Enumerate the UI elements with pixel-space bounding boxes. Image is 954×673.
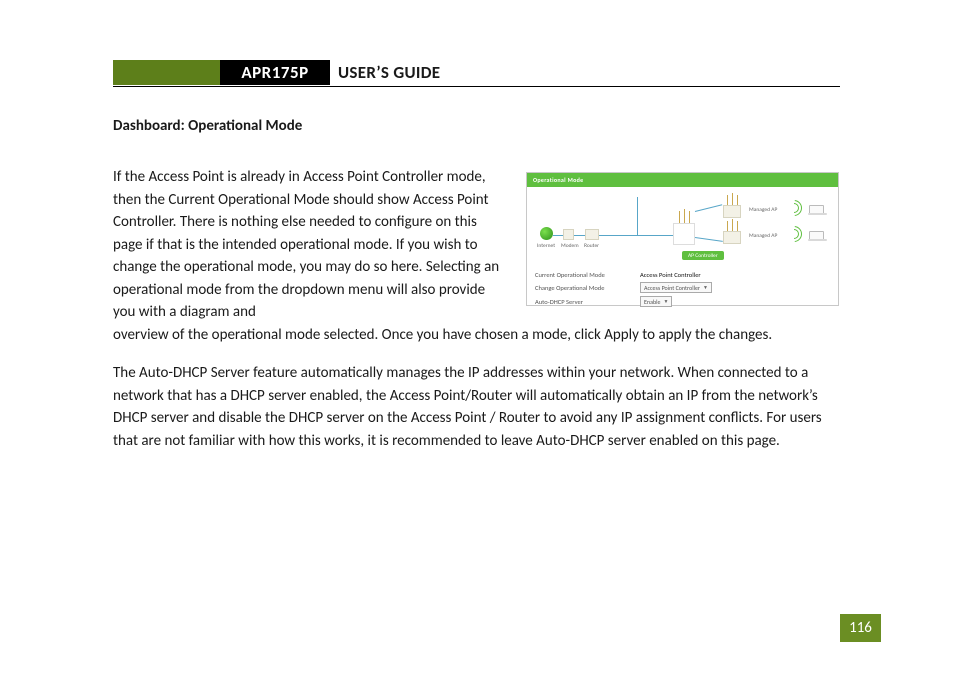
wifi-icon [789,203,803,213]
router-icon [585,229,599,240]
chevron-down-icon: ▼ [703,285,708,291]
managed-ap-1-icon [723,205,741,218]
modem-icon [563,229,574,240]
laptop-icon [809,231,824,240]
label-modem: Modem [561,243,579,249]
body-para-1b: overview of the operational mode selecte… [113,324,840,347]
header-accent [113,60,220,85]
screenshot-title: Operational Mode [533,176,584,184]
operational-mode-screenshot: Operational Mode [526,172,839,306]
doc-header: APR175P USER’S GUIDE [113,60,840,87]
header-model: APR175P [220,60,330,85]
auto-dhcp-select[interactable]: Enable▼ [640,296,672,307]
field-current-value: Access Point Controller [640,271,830,279]
page-number-badge: 116 [840,614,881,642]
section-heading: Dashboard: Operational Mode [113,117,302,135]
laptop-icon [809,205,824,214]
internet-icon [540,227,553,240]
screenshot-titlebar: Operational Mode [527,173,838,187]
body-para-2: The Auto-DHCP Server feature automatical… [113,362,840,452]
header-title: USER’S GUIDE [330,60,440,85]
label-managed-ap-1: Managed AP [749,207,777,213]
field-current-label: Current Operational Mode [535,271,640,279]
ap-controller-button[interactable]: AP Controller [682,251,724,260]
change-mode-select[interactable]: Access Point Controller▼ [640,282,712,293]
field-change-label: Change Operational Mode [535,284,640,292]
ap-controller-icon [673,223,695,245]
network-diagram: Internet Modem Router Managed AP Managed… [527,187,838,267]
body-para-1a: If the Access Point is already in Access… [113,166,505,324]
chevron-down-icon: ▼ [663,299,668,305]
label-managed-ap-2: Managed AP [749,233,777,239]
header-rule [113,86,840,87]
label-router: Router [584,243,599,249]
field-auto-label: Auto-DHCP Server [535,298,640,306]
label-internet: Internet [537,243,555,249]
managed-ap-2-icon [723,231,741,244]
wifi-icon [789,229,803,239]
